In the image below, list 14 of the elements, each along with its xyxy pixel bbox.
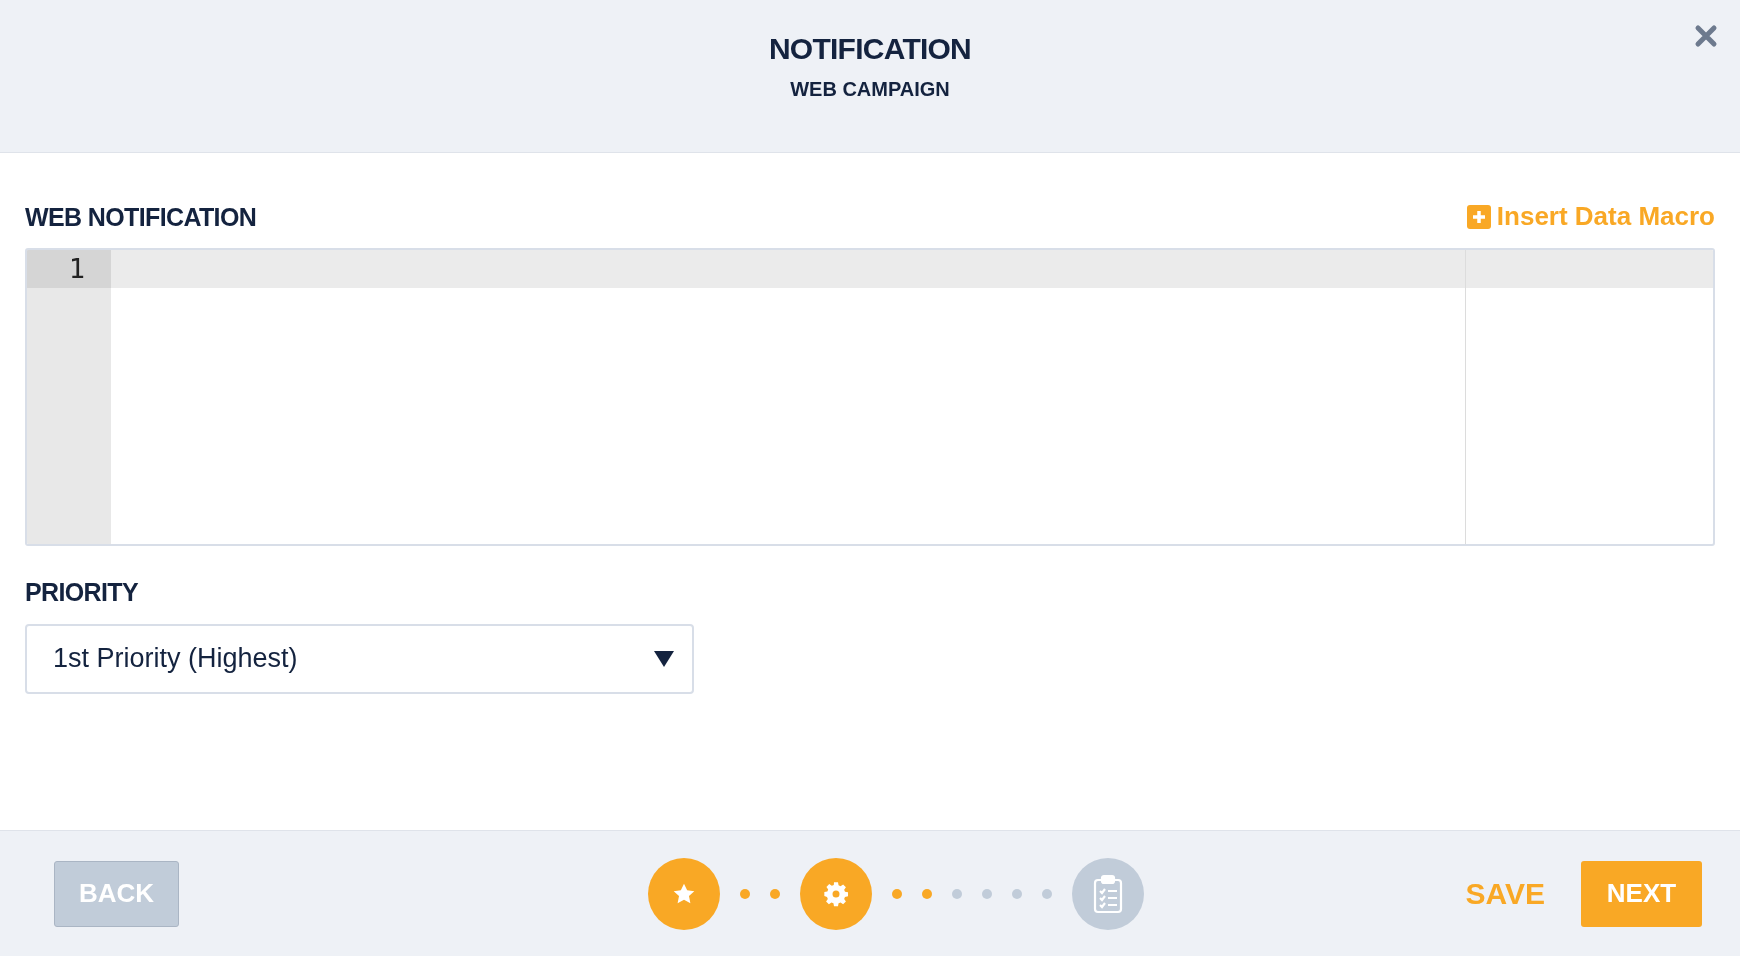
dialog-subtitle: WEB CAMPAIGN [790,76,950,102]
insert-macro-link[interactable]: Insert Data Macro [1466,197,1715,236]
line-number: 1 [27,250,111,288]
gear-icon [822,879,851,908]
field-label: PRIORITY [25,577,140,608]
dialog-title: NOTIFICATION [768,31,972,67]
section-label: WEB NOTIFICATION [25,201,257,233]
code-editor[interactable]: 1 [25,248,1715,546]
dropdown-caret-icon [654,650,674,667]
next-button[interactable]: NEXT [1581,860,1702,927]
priority-select[interactable]: 1st Priority (Highest) [25,623,694,694]
save-button[interactable]: SAVE [1463,871,1547,916]
plus-icon [1466,204,1491,229]
close-icon [1694,24,1718,48]
